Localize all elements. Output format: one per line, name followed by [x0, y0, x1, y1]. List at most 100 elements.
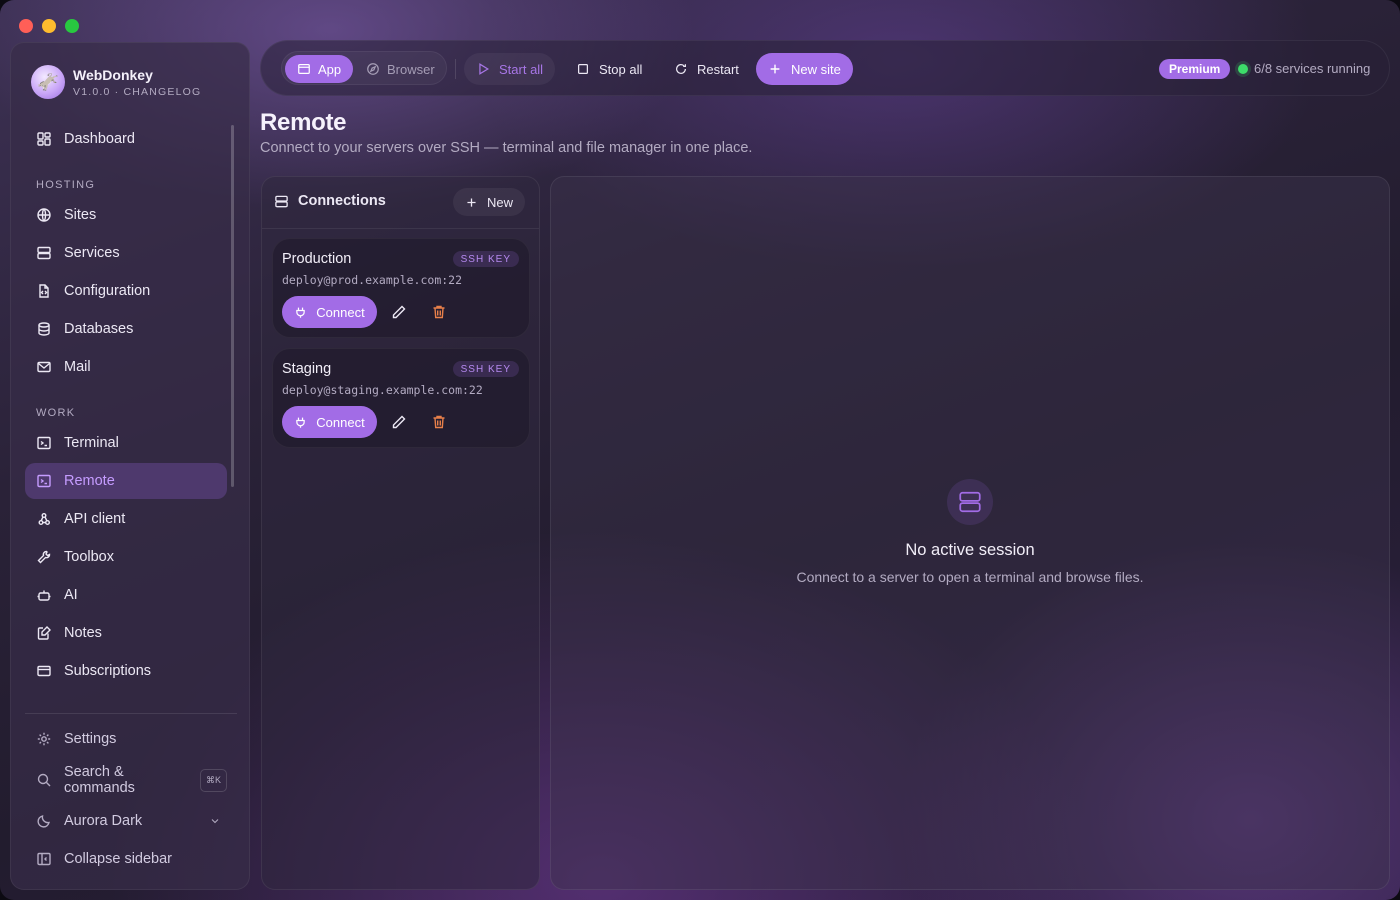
- minimize-window-button[interactable]: [42, 19, 56, 33]
- credit-card-icon: [37, 665, 51, 677]
- sidebar-item-label: Services: [64, 245, 120, 261]
- globe-icon: [37, 208, 51, 222]
- view-mode-toggle: App Browser: [281, 51, 447, 85]
- sidebar-item-dashboard[interactable]: Dashboard: [25, 121, 227, 157]
- app-name: WebDonkey: [73, 66, 153, 83]
- page-title: Remote: [260, 109, 347, 136]
- mode-app-label: App: [318, 61, 342, 77]
- theme-selector[interactable]: Aurora Dark: [25, 803, 227, 839]
- sidebar-item-label: Dashboard: [64, 131, 135, 147]
- sidebar-item-subscriptions[interactable]: Subscriptions: [25, 653, 227, 689]
- version-changelog-link[interactable]: V1.0.0 · CHANGELOG: [73, 86, 201, 98]
- plug-icon: [296, 417, 306, 428]
- stop-all-label: Stop all: [599, 61, 643, 77]
- mail-icon: [37, 361, 51, 373]
- app-window-icon: [298, 64, 310, 74]
- wrench-icon: [37, 550, 51, 564]
- database-icon: [38, 322, 50, 336]
- terminal-icon: [37, 436, 51, 450]
- auth-type-badge: SSH KEY: [452, 361, 519, 377]
- pencil-icon[interactable]: [391, 304, 407, 320]
- sidebar-item-api-client[interactable]: API client: [25, 501, 227, 537]
- pencil-icon[interactable]: [391, 414, 407, 430]
- donkey-logo-icon: 🫏: [31, 65, 65, 99]
- connect-label: Connect: [316, 304, 365, 320]
- plus-icon: [467, 197, 476, 207]
- new-connection-label: New: [486, 194, 513, 210]
- empty-session-subtitle: Connect to a server to open a terminal a…: [796, 569, 1144, 585]
- sidebar-item-mail[interactable]: Mail: [25, 349, 227, 385]
- empty-session-title: No active session: [905, 541, 1035, 559]
- collapse-sidebar-button[interactable]: Collapse sidebar: [25, 841, 227, 877]
- sidebar-divider: [25, 713, 237, 714]
- brand[interactable]: 🫏 WebDonkey V1.0.0 · CHANGELOG: [31, 65, 201, 99]
- window-controls: [19, 19, 79, 33]
- sidebar-item-toolbox[interactable]: Toolbox: [25, 539, 227, 575]
- connection-card-production[interactable]: Production SSH KEY deploy@prod.example.c…: [272, 238, 530, 338]
- play-icon: [479, 63, 489, 75]
- sidebar-collapse-icon: [37, 852, 51, 866]
- trash-icon[interactable]: [431, 414, 447, 430]
- sidebar: 🫏 WebDonkey V1.0.0 · CHANGELOG Dashboard…: [10, 42, 250, 890]
- chevron-down-icon: [211, 819, 219, 824]
- stop-all-button[interactable]: Stop all: [564, 53, 654, 85]
- new-site-button[interactable]: New site: [756, 53, 853, 85]
- connections-title: Connections: [274, 193, 386, 209]
- plus-icon: [770, 64, 780, 74]
- mode-app-button[interactable]: App: [285, 55, 354, 83]
- zoom-window-button[interactable]: [65, 19, 79, 33]
- connection-name: Production: [282, 251, 352, 267]
- sidebar-item-label: Databases: [64, 321, 134, 337]
- page-subtitle: Connect to your servers over SSH — termi…: [260, 140, 753, 156]
- file-code-icon: [39, 284, 49, 298]
- sidebar-item-label: Search & commands: [64, 764, 135, 796]
- connection-name: Staging: [282, 361, 332, 377]
- connect-button[interactable]: Connect: [282, 406, 377, 438]
- restart-button[interactable]: Restart: [662, 53, 751, 85]
- sidebar-item-configuration[interactable]: Configuration: [25, 273, 227, 309]
- sidebar-item-remote[interactable]: Remote: [25, 463, 227, 499]
- server-icon: [959, 491, 981, 513]
- sidebar-item-sites[interactable]: Sites: [25, 197, 227, 233]
- webhook-icon: [38, 513, 50, 525]
- new-site-label: New site: [791, 61, 841, 77]
- sidebar-item-databases[interactable]: Databases: [25, 311, 227, 347]
- sidebar-scrollbar[interactable]: [231, 125, 234, 487]
- sidebar-item-label: Settings: [64, 731, 117, 747]
- auth-type-badge: SSH KEY: [452, 251, 519, 267]
- sidebar-item-label: Toolbox: [64, 549, 114, 565]
- sidebar-item-label: AI: [64, 587, 78, 603]
- toolbar-separator: [455, 59, 456, 79]
- sidebar-item-settings[interactable]: Settings: [25, 721, 227, 757]
- connection-card-staging[interactable]: Staging SSH KEY deploy@staging.example.c…: [272, 348, 530, 448]
- connect-button[interactable]: Connect: [282, 296, 377, 328]
- theme-label: Aurora Dark: [64, 813, 143, 829]
- sidebar-item-label: Terminal: [64, 435, 119, 451]
- top-toolbar: App Browser Start all Stop all Restart N…: [260, 40, 1390, 96]
- connect-label: Connect: [316, 414, 365, 430]
- restart-label: Restart: [697, 61, 739, 77]
- sidebar-item-search-commands[interactable]: Search & commands ⌘K: [25, 762, 227, 798]
- search-icon: [37, 773, 51, 787]
- sidebar-item-label: Notes: [64, 625, 102, 641]
- new-connection-button[interactable]: New: [452, 188, 525, 216]
- bot-icon: [37, 590, 51, 601]
- sidebar-item-label: Configuration: [64, 283, 151, 299]
- sidebar-item-ai[interactable]: AI: [25, 577, 227, 613]
- trash-icon[interactable]: [431, 304, 447, 320]
- start-all-button[interactable]: Start all: [464, 53, 556, 85]
- mode-browser-label: Browser: [387, 61, 435, 77]
- sidebar-item-label: Mail: [64, 359, 91, 375]
- sidebar-item-services[interactable]: Services: [25, 235, 227, 271]
- sidebar-item-notes[interactable]: Notes: [25, 615, 227, 651]
- sidebar-item-label: Collapse sidebar: [64, 851, 173, 867]
- services-status-text: 6/8 services running: [1254, 61, 1371, 76]
- moon-icon: [37, 815, 50, 828]
- close-window-button[interactable]: [19, 19, 33, 33]
- mode-browser-button[interactable]: Browser: [354, 55, 447, 83]
- plug-icon: [296, 307, 306, 318]
- sidebar-item-label: Subscriptions: [64, 663, 152, 679]
- sidebar-item-terminal[interactable]: Terminal: [25, 425, 227, 461]
- connections-header: Connections New: [262, 177, 539, 229]
- remote-terminal-icon: [37, 474, 51, 488]
